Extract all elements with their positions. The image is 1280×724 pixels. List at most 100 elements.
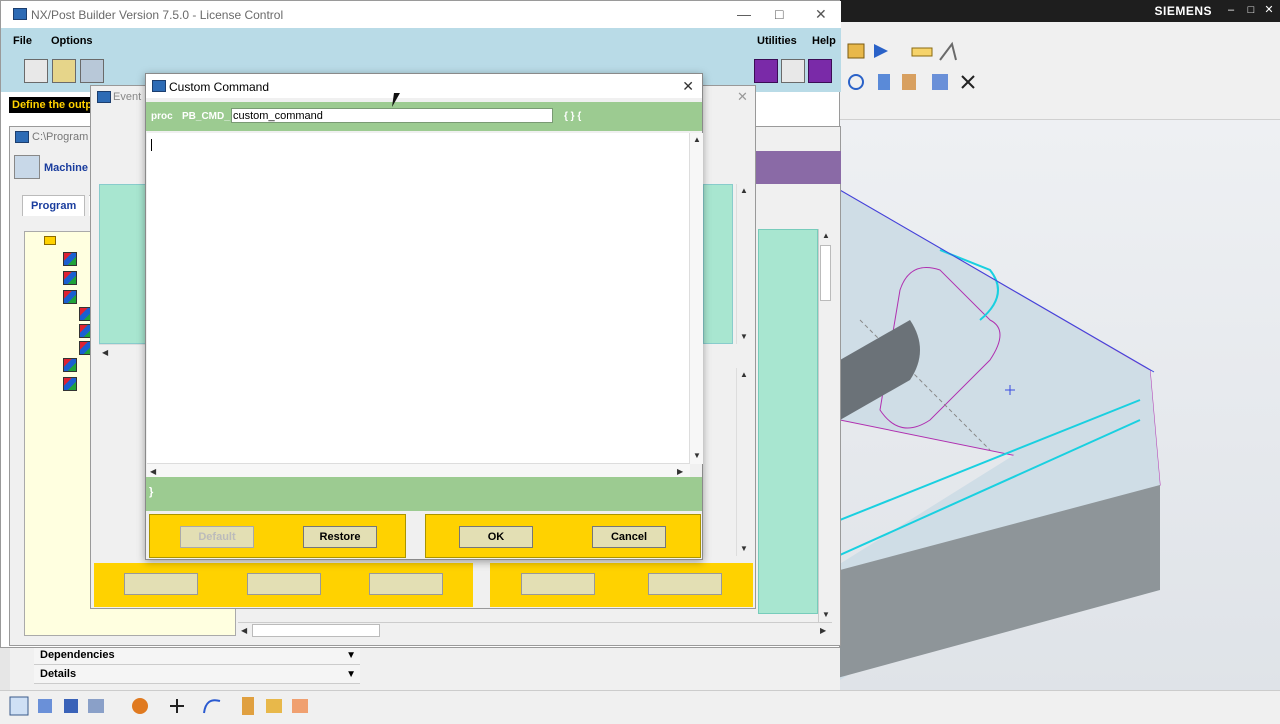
- mouse-pointer-icon: [392, 93, 406, 107]
- app-icon: [152, 80, 166, 92]
- chevron-down-icon[interactable]: ▼: [346, 665, 356, 684]
- manual-book-icon[interactable]: [808, 59, 832, 83]
- scroll-left-icon[interactable]: ◀: [241, 626, 247, 635]
- grid-icon: [88, 699, 104, 713]
- tree-node-icon[interactable]: [63, 358, 77, 372]
- cancel-button[interactable]: Cancel: [592, 526, 666, 548]
- close-button[interactable]: ✕: [815, 6, 827, 23]
- balloon-help-icon[interactable]: [754, 59, 778, 83]
- nx-minimize-button[interactable]: –: [1224, 3, 1238, 17]
- new-file-icon[interactable]: [24, 59, 48, 83]
- open-folder-icon[interactable]: [52, 59, 76, 83]
- program-horizontal-scrollbar[interactable]: ◀ ▶: [238, 622, 832, 638]
- nx-restore-button[interactable]: □: [1244, 3, 1258, 17]
- feature-icon: [292, 699, 308, 713]
- tree-node-icon[interactable]: [63, 271, 77, 285]
- scroll-down-icon[interactable]: ▼: [822, 610, 830, 619]
- minimize-button[interactable]: —: [737, 6, 751, 22]
- scroll-left-icon[interactable]: ◀: [102, 348, 108, 357]
- menu-options[interactable]: Options: [51, 35, 93, 47]
- event-close-button[interactable]: ✕: [737, 89, 748, 105]
- part-model-drawing: [840, 189, 1161, 680]
- event-scrollbar-lower[interactable]: ▲ ▼: [736, 368, 750, 556]
- event-button-3[interactable]: [369, 573, 443, 595]
- scroll-up-icon[interactable]: ▲: [822, 231, 830, 240]
- scroll-right-icon[interactable]: ▶: [820, 626, 826, 635]
- scroll-down-icon[interactable]: ▼: [693, 451, 701, 460]
- nx-toolbar-icons[interactable]: [840, 22, 1280, 135]
- close-x-icon: [961, 75, 975, 89]
- event-button-5[interactable]: [648, 573, 722, 595]
- details-label: Details: [40, 668, 77, 680]
- event-left-panel: [99, 184, 147, 344]
- folder-icon[interactable]: [44, 236, 56, 245]
- program-header-strip: [751, 151, 841, 184]
- scroll-left-icon[interactable]: ◀: [150, 467, 156, 476]
- rotate-icon: [848, 74, 864, 90]
- args-label: { } {: [564, 111, 582, 122]
- filter-icon: [38, 699, 52, 713]
- nx-close-button[interactable]: ✕: [1262, 3, 1276, 17]
- measure-icon: [847, 43, 865, 59]
- command-name-input[interactable]: [231, 108, 553, 123]
- scroll-thumb[interactable]: [252, 624, 380, 637]
- window-title: NX/Post Builder Version 7.5.0 - License …: [31, 8, 284, 22]
- assembly-icon: [932, 74, 948, 90]
- snap-icon: [64, 699, 78, 713]
- editor-vertical-scrollbar[interactable]: ▲ ▼: [689, 133, 703, 464]
- scroll-thumb[interactable]: [820, 245, 831, 301]
- event-button-1[interactable]: [124, 573, 198, 595]
- nx-3d-viewport[interactable]: [840, 120, 1280, 692]
- save-icon[interactable]: [80, 59, 104, 83]
- event-right-panel: [703, 184, 733, 344]
- editor-horizontal-scrollbar[interactable]: ◀ ▶: [147, 463, 690, 477]
- scroll-down-icon[interactable]: ▼: [740, 332, 748, 341]
- details-row[interactable]: Details ▼: [34, 665, 360, 684]
- tree-node-icon[interactable]: [63, 252, 77, 266]
- nx-bottom-icons[interactable]: [0, 691, 340, 721]
- angle-icon: [939, 41, 957, 61]
- scroll-up-icon[interactable]: ▲: [740, 370, 748, 379]
- closing-brace: }: [149, 486, 154, 498]
- command-body-editor[interactable]: [147, 133, 690, 464]
- play-icon: [874, 44, 888, 58]
- context-help-icon[interactable]: [781, 59, 805, 83]
- scroll-right-icon[interactable]: ▶: [677, 467, 683, 476]
- tab-program[interactable]: Program: [22, 195, 86, 216]
- app-icon: [13, 8, 27, 20]
- prefix-label: PB_CMD_: [182, 111, 230, 122]
- scroll-up-icon[interactable]: ▲: [740, 186, 748, 195]
- dependencies-label: Dependencies: [40, 649, 115, 661]
- menu-utilities[interactable]: Utilities: [757, 35, 797, 47]
- default-button[interactable]: Default: [180, 526, 254, 548]
- tree-node-icon[interactable]: [63, 377, 77, 391]
- event-button-4[interactable]: [521, 573, 595, 595]
- dialog-close-button[interactable]: ✕: [682, 78, 694, 95]
- color-wheel-icon: [132, 698, 148, 714]
- cylinder-icon: [878, 74, 890, 90]
- plus-icon: [170, 699, 184, 713]
- part-navigator-panel: Dependencies ▼ Details ▼: [34, 646, 360, 686]
- chevron-down-icon[interactable]: ▼: [346, 646, 356, 665]
- closing-brace-bar: }: [146, 477, 702, 511]
- menu-help[interactable]: Help: [812, 35, 836, 47]
- tree-node-icon[interactable]: [63, 290, 77, 304]
- menu-file[interactable]: File: [13, 35, 32, 47]
- restore-button[interactable]: Restore: [303, 526, 377, 548]
- program-vertical-scrollbar[interactable]: ▲ ▼: [818, 229, 832, 622]
- dialog-button-panel-right: OK Cancel: [425, 514, 701, 558]
- scroll-up-icon[interactable]: ▲: [693, 135, 701, 144]
- program-list-area: [758, 229, 818, 614]
- maximize-button[interactable]: □: [775, 6, 783, 22]
- dependencies-row[interactable]: Dependencies ▼: [34, 646, 360, 665]
- proc-label: proc: [151, 111, 173, 122]
- machine-tool-icon[interactable]: [14, 155, 40, 179]
- event-horizontal-scrollbar[interactable]: ◀: [99, 344, 149, 358]
- program-window-title: C:\Program I: [32, 131, 95, 143]
- select-icon: [9, 696, 29, 716]
- event-button-2[interactable]: [247, 573, 321, 595]
- scroll-down-icon[interactable]: ▼: [740, 544, 748, 553]
- event-scrollbar-upper[interactable]: ▲ ▼: [736, 184, 750, 344]
- app-icon: [97, 91, 111, 103]
- ok-button[interactable]: OK: [459, 526, 533, 548]
